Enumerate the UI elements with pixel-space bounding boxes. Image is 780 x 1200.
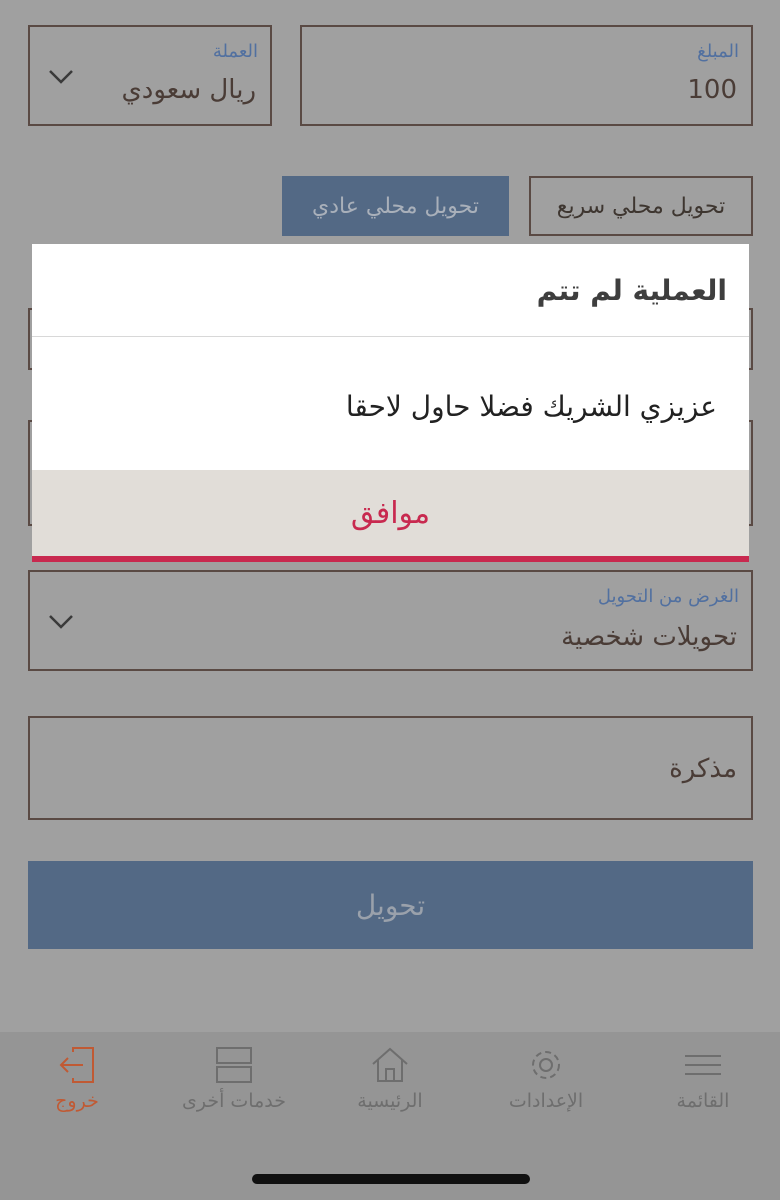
dialog-ok-label: موافق <box>350 495 431 531</box>
nav-item-logout[interactable]: خروج <box>2 1046 152 1136</box>
dialog-message: عزيزي الشريك فضلا حاول لاحقا <box>345 390 717 423</box>
purpose-value: تحويلات شخصية <box>561 622 737 652</box>
nav-label-other-services: خدمات أخرى <box>182 1090 286 1112</box>
tab-normal-local-transfer[interactable]: تحويل محلي عادي <box>282 176 509 236</box>
currency-select[interactable]: العملة ريال سعودي <box>28 25 272 126</box>
nav-label-home: الرئيسية <box>357 1090 423 1112</box>
nav-label-logout: خروج <box>55 1090 99 1112</box>
amount-field[interactable]: المبلغ 100 <box>300 25 753 126</box>
note-field[interactable]: مذكرة <box>28 716 753 820</box>
tab-fast-label: تحويل محلي سريع <box>556 193 726 219</box>
tab-fast-local-transfer[interactable]: تحويل محلي سريع <box>529 176 753 236</box>
purpose-label: الغرض من التحويل <box>597 586 739 607</box>
nav-item-home[interactable]: الرئيسية <box>315 1046 465 1136</box>
dialog-divider <box>32 336 749 337</box>
error-dialog: العملية لم تتم عزيزي الشريك فضلا حاول لا… <box>32 244 749 562</box>
tab-normal-label: تحويل محلي عادي <box>312 193 479 219</box>
amount-value: 100 <box>687 75 737 105</box>
nav-item-other-services[interactable]: خدمات أخرى <box>159 1046 309 1136</box>
amount-label: المبلغ <box>697 41 739 62</box>
dialog-ok-button[interactable]: موافق <box>32 470 749 562</box>
chevron-down-icon <box>49 615 73 629</box>
currency-label: العملة <box>212 41 258 62</box>
chevron-down-icon <box>49 70 73 84</box>
logout-icon <box>59 1047 94 1083</box>
currency-value: ريال سعودي <box>121 75 256 105</box>
dialog-title: العملية لم تتم <box>536 274 727 307</box>
purpose-select[interactable]: الغرض من التحويل تحويلات شخصية <box>28 570 753 671</box>
nav-label-settings: الإعدادات <box>508 1090 584 1112</box>
services-icon <box>216 1047 252 1083</box>
nav-label-menu: القائمة <box>676 1090 730 1112</box>
home-indicator <box>252 1174 530 1184</box>
nav-item-settings[interactable]: الإعدادات <box>471 1046 621 1136</box>
note-placeholder: مذكرة <box>669 754 737 784</box>
menu-icon <box>685 1055 721 1075</box>
home-icon <box>372 1047 408 1082</box>
transfer-submit-button[interactable]: تحويل <box>28 861 753 949</box>
transfer-submit-label: تحويل <box>355 888 426 922</box>
nav-item-menu[interactable]: القائمة <box>628 1046 778 1136</box>
gear-icon <box>532 1051 560 1079</box>
